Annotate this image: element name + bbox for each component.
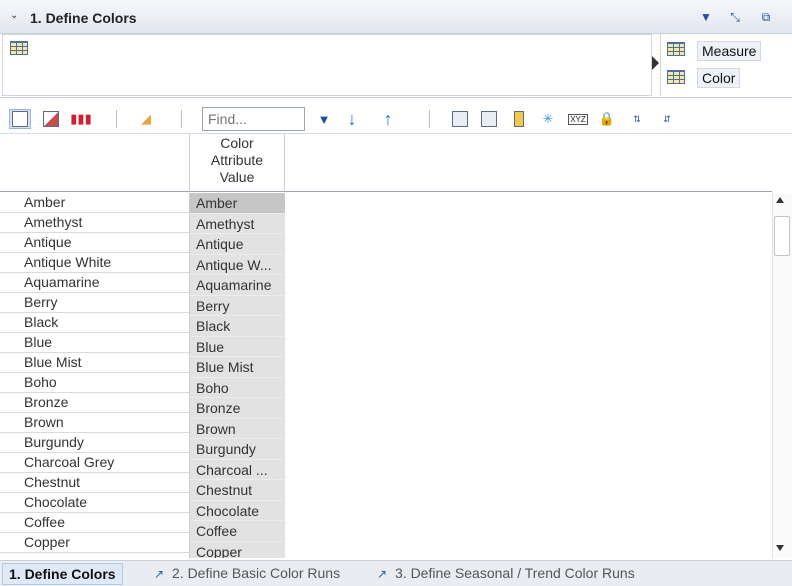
- row-header[interactable]: Brown: [0, 413, 189, 433]
- attribute-cell[interactable]: Bronze: [190, 398, 285, 419]
- color-attribute-cells: Amber Amethyst Antique Antique W... Aquamari…: [190, 193, 285, 558]
- scroll-up-arrow-icon[interactable]: [776, 197, 784, 203]
- color-tile-icon: [667, 70, 685, 84]
- tab-label: 1. Define Colors: [9, 566, 116, 582]
- row-header[interactable]: Coffee: [0, 513, 189, 533]
- color-tile[interactable]: Color: [697, 68, 741, 88]
- attribute-cell[interactable]: Antique W...: [190, 254, 285, 275]
- column-header-label: Color Attribute Value: [210, 135, 264, 185]
- dropdown-menu-icon[interactable]: ▼: [698, 9, 714, 25]
- view-toolbar: ▮▮▮ ◢ ▼ ↓ ↑ ✳ XYZ 🔒 ⇅ ⇵: [0, 104, 792, 134]
- view-title-bar: ⌄ 1. Define Colors ▼ ⤡ ⧉: [0, 0, 792, 34]
- tab-label: 3. Define Seasonal / Trend Color Runs: [395, 565, 635, 581]
- splitter-expand-icon[interactable]: [652, 56, 659, 70]
- tab-label: 2. Define Basic Color Runs: [172, 565, 341, 581]
- attribute-cell[interactable]: Brown: [190, 418, 285, 439]
- row-header[interactable]: Burgundy: [0, 433, 189, 453]
- row-header[interactable]: Charcoal Grey: [0, 453, 189, 473]
- attribute-cell[interactable]: Coffee: [190, 521, 285, 542]
- ruler-icon[interactable]: [508, 109, 530, 129]
- tab-define-basic-color-runs[interactable]: ↗ 2. Define Basic Color Runs: [148, 563, 346, 585]
- row-header[interactable]: Amber: [0, 193, 189, 213]
- row-header[interactable]: Antique: [0, 233, 189, 253]
- tile-area: Measure Color: [660, 34, 792, 96]
- area-chart-icon[interactable]: ◢: [135, 109, 157, 129]
- find-previous-arrow-icon[interactable]: ↑: [377, 109, 399, 129]
- select-cells-icon[interactable]: [478, 109, 500, 129]
- table-view-icon[interactable]: [9, 109, 31, 129]
- attribute-cell[interactable]: Blue Mist: [190, 357, 285, 378]
- toolbar-separator: [429, 110, 430, 128]
- xyz-format-icon[interactable]: XYZ: [567, 109, 589, 129]
- view-tabs: 1. Define Colors ↗ 2. Define Basic Color …: [0, 560, 792, 586]
- scroll-down-arrow-icon[interactable]: [776, 545, 784, 551]
- collapse-chevron-icon[interactable]: ⌄: [10, 10, 22, 22]
- minimize-icon[interactable]: ⤡: [727, 9, 743, 25]
- attribute-cell[interactable]: Berry: [190, 295, 285, 316]
- row-header[interactable]: Antique White: [0, 253, 189, 273]
- lock-icon[interactable]: 🔒: [596, 109, 618, 129]
- tab-define-colors[interactable]: 1. Define Colors: [2, 563, 123, 585]
- column-header-color-attribute-value[interactable]: Color Attribute Value: [190, 134, 285, 192]
- row-header[interactable]: Blue: [0, 333, 189, 353]
- toolbar-separator: [181, 110, 182, 128]
- view-link-icon: ↗: [377, 567, 388, 581]
- attribute-cell[interactable]: Blue: [190, 336, 285, 357]
- attribute-cell[interactable]: Chocolate: [190, 500, 285, 521]
- attribute-cell[interactable]: Boho: [190, 377, 285, 398]
- attribute-cell[interactable]: Amber: [190, 193, 285, 214]
- pivot-icon[interactable]: [449, 109, 471, 129]
- view-title: 1. Define Colors: [30, 10, 137, 26]
- measure-tile[interactable]: Measure: [697, 41, 762, 61]
- chart-table-icon[interactable]: [40, 109, 62, 129]
- restore-icon[interactable]: ⧉: [758, 9, 774, 25]
- bar-chart-icon[interactable]: ▮▮▮: [70, 109, 92, 129]
- find-next-arrow-icon[interactable]: ↓: [341, 109, 363, 129]
- sort-descending-icon[interactable]: ⇵: [656, 109, 678, 129]
- split-icon[interactable]: ✳: [537, 109, 559, 129]
- grid-tile-icon[interactable]: [10, 41, 28, 55]
- upper-left-area: [2, 34, 652, 96]
- attribute-cell[interactable]: Burgundy: [190, 439, 285, 460]
- header-empty-area: [285, 134, 772, 192]
- attribute-cell[interactable]: Black: [190, 316, 285, 337]
- find-input[interactable]: [202, 107, 305, 131]
- row-header[interactable]: Amethyst: [0, 213, 189, 233]
- measure-tile-icon: [667, 42, 685, 56]
- row-header-corner: [0, 134, 190, 192]
- row-header[interactable]: Berry: [0, 293, 189, 313]
- pivot-upper-pane: Measure Color: [0, 34, 792, 98]
- row-header[interactable]: Copper: [0, 533, 189, 553]
- attribute-cell[interactable]: Copper: [190, 541, 285, 558]
- attribute-cell[interactable]: Antique: [190, 234, 285, 255]
- view-link-icon: ↗: [154, 567, 165, 581]
- row-header[interactable]: Chocolate: [0, 493, 189, 513]
- row-header[interactable]: Boho: [0, 373, 189, 393]
- attribute-cell[interactable]: Charcoal ...: [190, 459, 285, 480]
- sort-ascending-icon[interactable]: ⇅: [626, 109, 648, 129]
- attribute-cell[interactable]: Chestnut: [190, 480, 285, 501]
- find-options-dropdown-icon[interactable]: ▼: [313, 109, 335, 129]
- row-header[interactable]: Black: [0, 313, 189, 333]
- row-header[interactable]: Bronze: [0, 393, 189, 413]
- tab-define-seasonal-trend-color-runs[interactable]: ↗ 3. Define Seasonal / Trend Color Runs: [371, 563, 641, 585]
- row-header[interactable]: Blue Mist: [0, 353, 189, 373]
- row-header-list: Amber Amethyst Antique Antique White Aquamar…: [0, 193, 190, 558]
- scroll-thumb[interactable]: [774, 216, 790, 256]
- attribute-cell[interactable]: Amethyst: [190, 213, 285, 234]
- toolbar-separator: [116, 110, 117, 128]
- row-header[interactable]: Aquamarine: [0, 273, 189, 293]
- attribute-cell[interactable]: Aquamarine: [190, 275, 285, 296]
- row-header[interactable]: Chestnut: [0, 473, 189, 493]
